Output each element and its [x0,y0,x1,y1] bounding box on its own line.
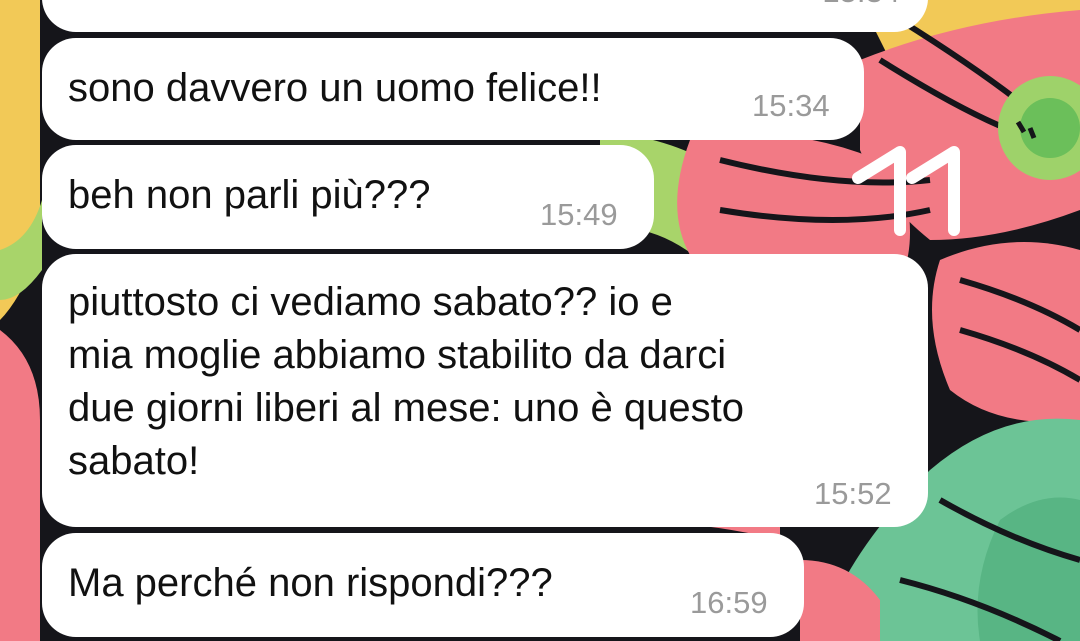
message-time: 15:49 [540,197,618,232]
message-text: piuttosto ci vediamo sabato?? io e mia m… [68,280,744,483]
message-bubble[interactable]: Ma perché non rispondi??? 16:59 [42,533,804,637]
message-text: sono davvero un uomo felice!! [68,66,602,110]
message-time: 15:52 [814,476,892,511]
message-bubble[interactable]: 15:34 [42,0,928,32]
message-bubble[interactable]: piuttosto ci vediamo sabato?? io e mia m… [42,254,928,527]
message-text: beh non parli più??? [68,173,431,217]
message-time: 15:34 [752,88,830,123]
message-bubble[interactable]: sono davvero un uomo felice!! 15:34 [42,38,864,140]
message-time: 16:59 [690,585,768,620]
handwritten-number-annotation [852,146,960,236]
message-time: 15:34 [822,0,900,10]
message-bubble[interactable]: beh non parli più??? 15:49 [42,145,654,249]
message-text: Ma perché non rispondi??? [68,561,553,605]
